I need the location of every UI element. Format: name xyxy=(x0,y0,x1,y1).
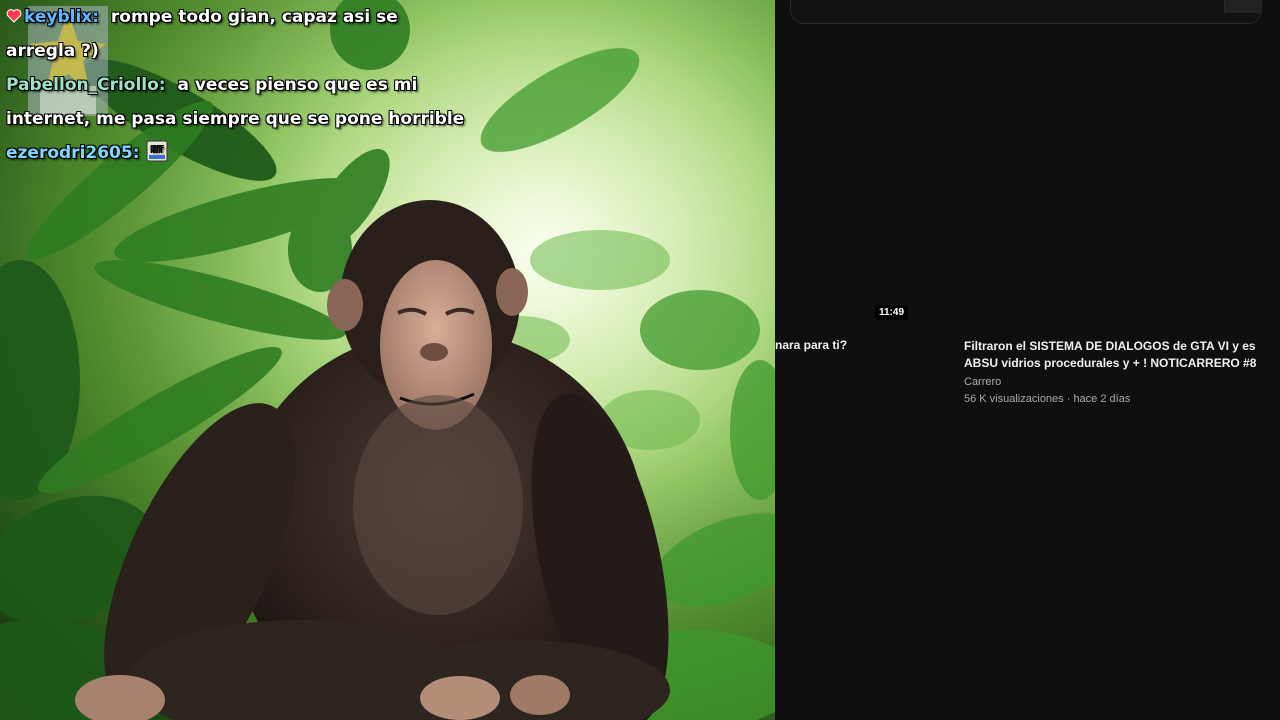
channel-name[interactable]: Carrero xyxy=(964,376,1280,388)
video-title[interactable]: Filtraron el SISTEMA DE DIALOGOS de GTA … xyxy=(964,338,1280,372)
chat-message: Pabellon_Criollo: a veces pienso que es … xyxy=(6,68,466,136)
video-card[interactable]: Filtraron el SISTEMA DE DIALOGOS de GTA … xyxy=(964,338,1280,405)
chat-message: keyblix: rompe todo gian, capaz asi se a… xyxy=(6,0,466,68)
youtube-panel: 11:49 nara para ti? Filtraron el SISTEMA… xyxy=(775,0,1280,720)
video-meta: 56 K visualizaciones · hace 2 días xyxy=(964,393,1131,405)
search-button[interactable] xyxy=(1224,0,1261,13)
chat-message: ezerodri2605: NT xyxy=(6,136,466,170)
stream-video: keyblix: rompe todo gian, capaz asi se a… xyxy=(0,0,775,720)
prev-video-title[interactable]: nara para ti? xyxy=(775,338,847,352)
screen: keyblix: rompe todo gian, capaz asi se a… xyxy=(0,0,1280,720)
chat-username[interactable]: Pabellon_Criollo: xyxy=(6,75,166,95)
search-input[interactable] xyxy=(790,0,1262,24)
chat-username[interactable]: keyblix: xyxy=(24,7,99,27)
heart-icon xyxy=(6,9,22,23)
video-duration-badge: 11:49 xyxy=(875,305,909,320)
emote-label: NT xyxy=(150,145,163,154)
stream-chat: keyblix: rompe todo gian, capaz asi se a… xyxy=(6,0,466,170)
chat-username[interactable]: ezerodri2605: xyxy=(6,143,140,163)
nt-emote-icon: NT xyxy=(146,140,168,162)
